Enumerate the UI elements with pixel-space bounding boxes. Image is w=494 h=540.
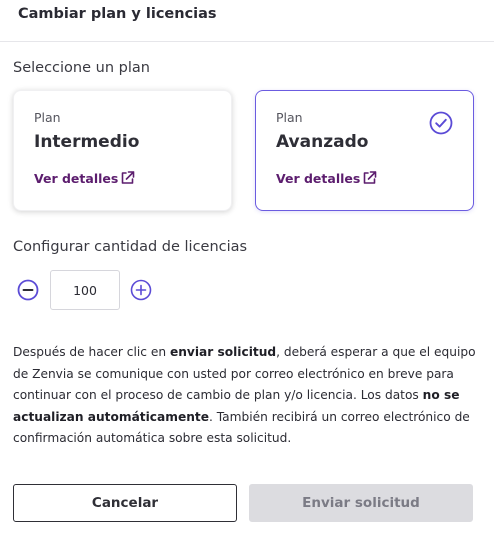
modal-title: Cambiar plan y licencias xyxy=(18,6,217,22)
plan-name: Avanzado xyxy=(276,132,369,152)
plan-kicker: Plan xyxy=(276,110,303,125)
cancel-button[interactable]: Cancelar xyxy=(13,484,237,522)
plus-circle-icon xyxy=(130,279,152,301)
decrease-quantity-button[interactable] xyxy=(17,279,39,301)
plan-card-intermedio[interactable]: Plan Intermedio Ver detalles xyxy=(13,90,232,211)
view-details-link-intermedio[interactable]: Ver detalles xyxy=(34,169,136,186)
info-text-bold: enviar solicitud xyxy=(169,345,277,359)
request-info-text: Después de hacer clic en enviar solicitu… xyxy=(13,342,481,450)
plan-card-avanzado[interactable]: Plan Avanzado Ver detalles xyxy=(255,90,474,211)
view-details-label: Ver detalles xyxy=(34,171,119,186)
increase-quantity-button[interactable] xyxy=(130,279,152,301)
view-details-link-avanzado[interactable]: Ver detalles xyxy=(276,169,378,186)
plan-name: Intermedio xyxy=(34,132,140,152)
external-link-icon xyxy=(122,171,135,184)
info-text-part: Después de hacer clic en xyxy=(13,345,170,359)
modal-header: Cambiar plan y licencias xyxy=(0,0,494,42)
plan-kicker: Plan xyxy=(34,110,61,125)
external-link-icon xyxy=(364,171,377,184)
submit-request-button[interactable]: Enviar solicitud xyxy=(249,484,473,522)
select-plan-label: Seleccione un plan xyxy=(13,60,150,76)
licenses-label: Configurar cantidad de licencias xyxy=(13,239,248,255)
view-details-label: Ver detalles xyxy=(276,171,361,186)
license-quantity-input[interactable] xyxy=(50,270,120,310)
check-circle-icon xyxy=(429,111,453,135)
minus-circle-icon xyxy=(17,279,39,301)
